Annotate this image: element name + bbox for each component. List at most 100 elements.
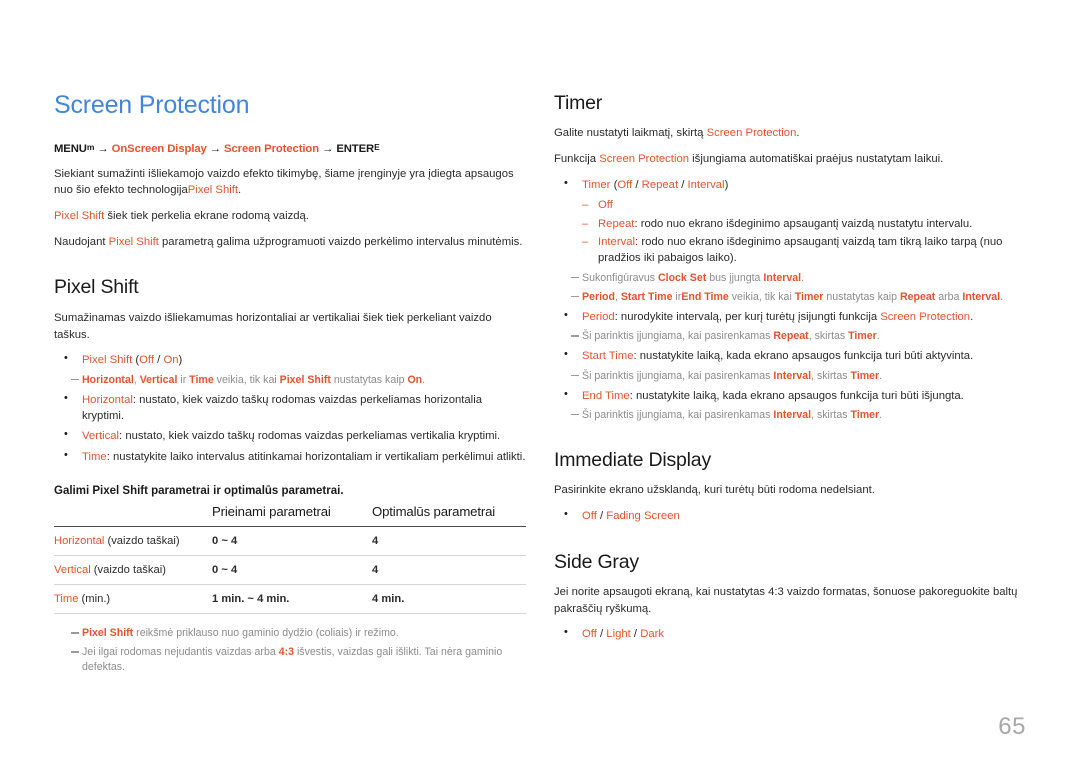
text-segment: : nustatykite laiką, kada ekrano apsaugo… bbox=[629, 389, 964, 402]
text-segment: išjungiama automatiškai praėjus nustatyt… bbox=[689, 153, 944, 166]
text-segment: Screen Protection bbox=[880, 310, 971, 323]
note-line: Sukonfigūravus Clock Set bus įjungta Int… bbox=[554, 271, 1026, 286]
list-item: Off / Fading Screen bbox=[554, 507, 1026, 524]
text-segment: Funkcija bbox=[554, 153, 600, 166]
text-segment: Interval bbox=[763, 271, 802, 284]
text-segment: ) bbox=[178, 354, 183, 367]
text-segment: Horizontal bbox=[82, 373, 134, 386]
side-gray-description: Jei norite apsaugoti ekraną, kai nustaty… bbox=[554, 585, 1018, 615]
cell-optimal-value: 4 bbox=[372, 555, 526, 586]
list-item: Period: nurodykite intervalą, per kurį t… bbox=[554, 308, 1026, 325]
text-segment: Light bbox=[606, 628, 631, 641]
text-segment: Pixel Shift bbox=[54, 209, 105, 222]
sub-list-item: Repeat: rodo nuo ekrano išdeginimo apsau… bbox=[554, 216, 1026, 233]
side-gray-list: Off / Light / Dark bbox=[554, 625, 1026, 642]
text-segment: ir bbox=[672, 290, 682, 303]
paragraph: Naudojant Pixel Shift parametrą galima u… bbox=[54, 234, 526, 251]
text-segment: Off bbox=[617, 178, 633, 191]
text-segment: Time bbox=[189, 373, 214, 386]
text-segment: Pixel Shift bbox=[108, 235, 159, 248]
list-item: Pixel Shift (Off / On) bbox=[54, 351, 526, 368]
pixel-shift-description: Sumažinamas vaizdo išliekamumas horizont… bbox=[54, 311, 492, 341]
text-segment: Repeat bbox=[773, 330, 809, 343]
menu-icon: m bbox=[86, 141, 95, 152]
text-segment: Ši parinktis įjungiama, kai pasirenkamas bbox=[582, 369, 774, 382]
cell-available-values: 0 ~ 4 bbox=[212, 526, 372, 557]
cell-parameter-name: Vertical (vaizdo taškai) bbox=[54, 555, 212, 586]
menu-path: MENUm → OnScreen Display → Screen Protec… bbox=[54, 142, 526, 155]
text-segment: Jei ilgai rodomas nejudantis vaizdas arb… bbox=[82, 646, 279, 659]
left-column: Screen Protection MENUm → OnScreen Displ… bbox=[54, 91, 526, 679]
text-segment: Ši parinktis įjungiama, kai pasirenkamas bbox=[582, 408, 774, 421]
paragraph: Siekiant sumažinti išliekamojo vaizdo ef… bbox=[54, 166, 526, 199]
text-segment: / bbox=[632, 178, 642, 191]
text-segment: : nurodykite intervalą, per kurį turėtų … bbox=[614, 310, 881, 323]
text-segment: : nustato, kiek vaizdo taškų rodomas vai… bbox=[82, 393, 482, 423]
table-body: Horizontal (vaizdo taškai) 0 ~ 4 4 Vertical… bbox=[54, 526, 526, 615]
text-segment: Time bbox=[82, 450, 107, 463]
text-segment: : nustatykite laiką, kada ekrano apsaugo… bbox=[633, 350, 974, 363]
text-segment: , skirtas bbox=[808, 330, 849, 343]
text-segment: bus įjungta bbox=[706, 271, 764, 284]
option-list: Timer (Off / Repeat / Interval)Off Repeat… bbox=[554, 176, 1026, 267]
text-segment: nustatytas kaip bbox=[823, 290, 900, 303]
list-item: Start Time: nustatykite laiką, kada ekra… bbox=[554, 347, 1026, 364]
text-segment: veikia, tik kai bbox=[213, 373, 280, 386]
text-segment: Ši parinktis įjungiama, kai pasirenkamas bbox=[582, 330, 774, 343]
arrow-icon-3: → bbox=[322, 142, 334, 155]
table-header-row: Prieinami parametrai Optimalūs parametra… bbox=[54, 503, 526, 527]
immediate-display-description: Pasirinkite ekrano užsklandą, kuri turėt… bbox=[554, 484, 875, 497]
text-segment: Fading Screen bbox=[606, 510, 680, 523]
text-segment: Off bbox=[582, 628, 597, 641]
sub-list-item: Interval: rodo nuo ekrano išdeginimo aps… bbox=[554, 234, 1026, 267]
option-list: End Time: nustatykite laiką, kada ekrano… bbox=[554, 387, 1026, 404]
list-item: Off / Light / Dark bbox=[554, 625, 1026, 642]
cell-parameter-name: Time (min.) bbox=[54, 584, 212, 615]
list-item: Horizontal: nustato, kiek vaizdo taškų r… bbox=[54, 391, 526, 425]
text-segment: Repeat bbox=[641, 178, 679, 191]
list-item: Vertical: nustato, kiek vaizdo taškų rod… bbox=[54, 427, 526, 444]
text-segment: Period bbox=[582, 310, 615, 323]
text-segment: . bbox=[879, 369, 883, 382]
parameter-label: Time bbox=[54, 593, 79, 606]
table-head: Prieinami parametrai Optimalūs parametra… bbox=[54, 503, 526, 527]
text-segment: Galite nustatyti laikmatį, skirtą bbox=[554, 127, 707, 140]
text-segment: Sukonfigūravus bbox=[582, 271, 658, 284]
menu-path-prefix: MENU bbox=[54, 142, 87, 155]
text-segment: Repeat bbox=[899, 290, 936, 303]
text-segment: Interval bbox=[598, 235, 636, 248]
text-segment: veikia, tik kai bbox=[728, 290, 795, 303]
section-title-timer: Timer bbox=[554, 92, 603, 114]
text-segment: Start Time bbox=[582, 350, 634, 363]
text-segment: Pixel Shift bbox=[82, 627, 134, 640]
text-segment: Period bbox=[582, 290, 615, 303]
text-segment: Timer bbox=[582, 178, 611, 191]
page-title: Screen Protection bbox=[54, 91, 250, 119]
pixel-shift-parameters-table: Prieinami parametrai Optimalūs parametra… bbox=[54, 503, 526, 615]
note-line: Ši parinktis įjungiama, kai pasirenkamas… bbox=[554, 329, 1026, 344]
option-list: Period: nurodykite intervalą, per kurį t… bbox=[554, 308, 1026, 325]
list-item: Timer (Off / Repeat / Interval) bbox=[554, 176, 1026, 193]
paragraph: Galite nustatyti laikmatį, skirtą Screen… bbox=[554, 125, 1026, 142]
text-segment: Clock Set bbox=[657, 271, 707, 284]
text-segment: / bbox=[596, 628, 607, 641]
table-notes: Pixel Shift reikšmė priklauso nuo gamini… bbox=[54, 626, 526, 675]
text-segment: Repeat bbox=[598, 217, 635, 230]
menu-path-item-1: OnScreen Display bbox=[111, 142, 207, 155]
text-segment: reikšmė priklauso nuo gaminio dydžio (co… bbox=[133, 627, 399, 640]
text-segment: , skirtas bbox=[811, 408, 851, 421]
text-segment: . bbox=[970, 310, 974, 323]
intro-paragraphs: Siekiant sumažinti išliekamojo vaizdo ef… bbox=[54, 166, 526, 251]
cell-parameter-name: Horizontal (vaizdo taškai) bbox=[54, 526, 212, 557]
cell-available-values: 0 ~ 4 bbox=[212, 555, 372, 586]
text-segment: Pixel Shift bbox=[187, 184, 239, 197]
list-item: End Time: nustatykite laiką, kada ekrano… bbox=[554, 387, 1026, 404]
note-line: Period, Start Time irEnd Time veikia, ti… bbox=[554, 290, 1026, 305]
text-segment: arba bbox=[935, 290, 963, 303]
text-segment: . bbox=[879, 408, 883, 421]
text-segment: 4:3 bbox=[278, 646, 294, 659]
immediate-display-list: Off / Fading Screen bbox=[554, 507, 1026, 524]
text-segment: Screen Protection bbox=[599, 153, 690, 166]
text-segment: Timer bbox=[850, 369, 880, 382]
section-title-pixel-shift: Pixel Shift bbox=[54, 276, 139, 299]
